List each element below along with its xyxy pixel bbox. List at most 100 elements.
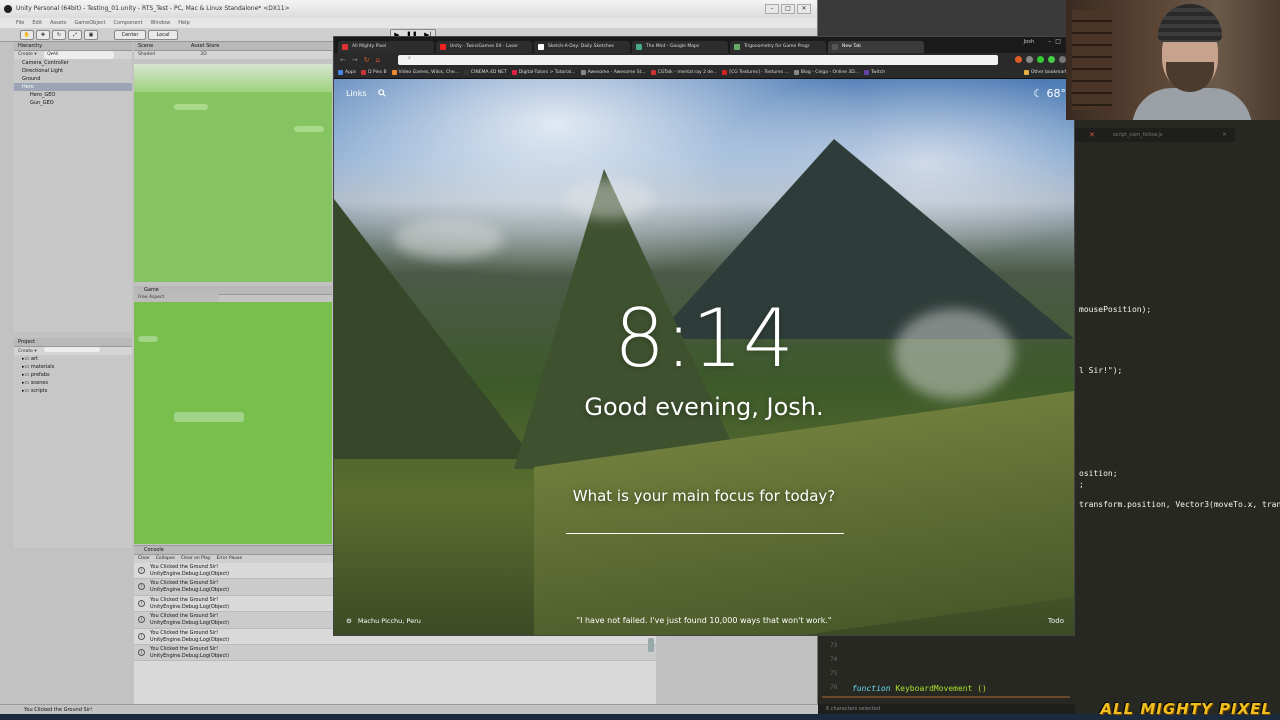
move-tool-icon[interactable]: ✥ bbox=[36, 30, 50, 40]
menu-icon[interactable] bbox=[1059, 56, 1066, 63]
bookmark[interactable]: CGTalk - mental ray 2 de... bbox=[650, 70, 717, 75]
folder-scripts[interactable]: ▸▭ scripts bbox=[14, 387, 132, 395]
close-button[interactable]: ✕ bbox=[797, 4, 811, 14]
bookmark[interactable]: Video Games, Wikis, Che... bbox=[391, 70, 459, 75]
tab-unity-twinsgames[interactable]: Unity - TwinsGames 04 - Laser bbox=[436, 41, 532, 53]
hierarchy-tab[interactable]: Hierarchy bbox=[14, 42, 132, 51]
rect-tool-icon[interactable]: ▣ bbox=[84, 30, 98, 40]
menu-edit[interactable]: Edit bbox=[32, 18, 42, 28]
close-tab-icon[interactable]: ✕ bbox=[1089, 128, 1095, 142]
bookmark[interactable]: Awesome - Awesome St... bbox=[580, 70, 646, 75]
log-entry[interactable]: ! You Clicked the Ground Sir! UnityEngine.… bbox=[134, 644, 656, 662]
scale-tool-icon[interactable]: ⤢ bbox=[68, 30, 82, 40]
bookmark[interactable]: D Pies B bbox=[361, 70, 387, 75]
favicon-icon bbox=[361, 70, 367, 75]
tab-label: All Mighty Pixel bbox=[352, 44, 387, 49]
console-collapse-button[interactable]: Collapse bbox=[156, 555, 175, 563]
bookmark[interactable]: Blog - Ceiga - Online 3D... bbox=[793, 70, 859, 75]
menu-window[interactable]: Window bbox=[151, 18, 171, 28]
editor-tab[interactable]: ✕ script_cam_follow.js ✕ bbox=[1075, 128, 1235, 142]
pivot-center-button[interactable]: Center bbox=[114, 30, 146, 40]
editor-status-bar: 6 characters selected bbox=[818, 704, 1075, 714]
reload-icon[interactable]: ↻ bbox=[364, 56, 370, 64]
menu-gameobject[interactable]: GameObject bbox=[74, 18, 105, 28]
bookmark[interactable]: [CG Textures] - Textures ... bbox=[722, 70, 789, 75]
menu-file[interactable]: File bbox=[16, 18, 24, 28]
tree-item-ground[interactable]: Ground bbox=[14, 75, 132, 83]
project-search-input[interactable] bbox=[44, 347, 101, 352]
back-icon[interactable]: ← bbox=[340, 56, 346, 64]
close-icon[interactable]: ✕ bbox=[1222, 128, 1227, 142]
bookmark[interactable]: CINEMA 4D NET bbox=[463, 70, 507, 75]
project-tab[interactable]: Project bbox=[14, 338, 132, 347]
tree-item-hero-geo[interactable]: Hero_GEO bbox=[14, 91, 132, 99]
folder-scenes[interactable]: ▸▭ scenes bbox=[14, 379, 132, 387]
folder-materials[interactable]: ▸▭ materials bbox=[14, 363, 132, 371]
code-line[interactable]: transform.position, Vector3(moveTo.x, tr… bbox=[1079, 500, 1280, 509]
links-button[interactable]: Links bbox=[346, 89, 367, 98]
maximize-button[interactable]: □ bbox=[781, 4, 795, 14]
tab-new-tab[interactable]: New Tab bbox=[828, 41, 924, 53]
menu-help[interactable]: Help bbox=[178, 18, 189, 28]
chrome-profile[interactable]: Josh bbox=[1024, 39, 1034, 45]
bookshelf bbox=[1072, 10, 1112, 110]
search-icon[interactable] bbox=[378, 89, 386, 97]
todo-button[interactable]: Todo bbox=[1048, 617, 1064, 625]
console-error-pause-button[interactable]: Error Pause bbox=[217, 555, 243, 563]
scene-2d-toggle[interactable]: 2D bbox=[200, 52, 206, 57]
extension-icon[interactable] bbox=[1037, 56, 1044, 63]
scene-shading-dropdown[interactable]: Shaded bbox=[138, 52, 155, 57]
pivot-local-button[interactable]: Local bbox=[148, 30, 178, 40]
favicon-icon bbox=[538, 44, 544, 50]
game-viewport[interactable] bbox=[134, 302, 332, 544]
game-aspect-dropdown[interactable]: Free Aspect bbox=[134, 294, 218, 302]
project-toolbar: Create ▾ bbox=[14, 347, 132, 355]
home-icon[interactable]: ⌂ bbox=[376, 56, 380, 64]
tab-sketch-a-day[interactable]: Sketch-A-Day: Daily Sketches bbox=[534, 41, 630, 53]
tab-google-maps[interactable]: The Mint - Google Maps bbox=[632, 41, 728, 53]
tree-item-hero[interactable]: Hero bbox=[14, 83, 132, 91]
weather-widget[interactable]: ☾ 68° bbox=[1033, 87, 1066, 100]
bookmark-label: Digital-Tutors > Tutorial... bbox=[518, 70, 576, 75]
hierarchy-search-input[interactable]: Q▾All bbox=[44, 51, 115, 59]
console-scrollbar[interactable] bbox=[648, 638, 654, 652]
forward-icon[interactable]: → bbox=[352, 56, 358, 64]
extension-icon[interactable] bbox=[1026, 56, 1033, 63]
hierarchy-create-button[interactable]: Create ▾ bbox=[18, 52, 37, 57]
console-clear-button[interactable]: Clear bbox=[138, 555, 150, 563]
tab-trigonometry[interactable]: Trigonometry for Game Progr bbox=[730, 41, 826, 53]
address-bar[interactable]: ⌕ bbox=[398, 55, 998, 65]
minimize-button[interactable]: – bbox=[765, 4, 779, 14]
console-clear-on-play-button[interactable]: Clear on Play bbox=[181, 555, 211, 563]
extension-icon[interactable] bbox=[1048, 56, 1055, 63]
tree-item-gun-geo[interactable]: Gun_GEO bbox=[14, 99, 132, 107]
bookmark-apps[interactable]: Apps bbox=[338, 70, 356, 75]
code-line-function[interactable]: function KeyboardMovement () bbox=[852, 684, 987, 693]
folder-prefabs[interactable]: ▸▭ prefabs bbox=[14, 371, 132, 379]
hand-tool-icon[interactable]: ✋ bbox=[20, 30, 34, 40]
code-line[interactable]: ; bbox=[1079, 480, 1084, 489]
tab-label: New Tab bbox=[842, 44, 861, 49]
folder-art[interactable]: ▸▭ art bbox=[14, 355, 132, 363]
minimize-icon[interactable]: – bbox=[1048, 38, 1051, 45]
maximize-icon[interactable]: □ bbox=[1055, 38, 1061, 45]
code-line[interactable]: l Sir!"); bbox=[1079, 366, 1122, 375]
line-number: 73 bbox=[830, 642, 838, 649]
menu-assets[interactable]: Assets bbox=[50, 18, 66, 28]
tab-scene[interactable]: Scene bbox=[138, 43, 153, 49]
tree-item-directional-light[interactable]: Directional Light bbox=[14, 67, 132, 75]
scene-viewport[interactable] bbox=[134, 64, 332, 282]
tab-all-mighty-pixel[interactable]: All Mighty Pixel bbox=[338, 41, 434, 53]
bookmark[interactable]: Digital-Tutors > Tutorial... bbox=[511, 70, 576, 75]
bookmark-twitch[interactable]: Twitch bbox=[864, 70, 885, 75]
function-name: KeyboardMovement () bbox=[895, 684, 987, 693]
focus-input[interactable] bbox=[566, 533, 844, 534]
menu-component[interactable]: Component bbox=[114, 18, 143, 28]
code-line[interactable]: mousePosition); bbox=[1079, 305, 1151, 314]
project-create-button[interactable]: Create ▾ bbox=[18, 349, 37, 354]
tab-asset-store[interactable]: Asset Store bbox=[191, 43, 219, 49]
rotate-tool-icon[interactable]: ↻ bbox=[52, 30, 66, 40]
tree-item-camera-controller[interactable]: Camera_Controller bbox=[14, 59, 132, 67]
extension-icon[interactable] bbox=[1015, 56, 1022, 63]
code-line[interactable]: osition; bbox=[1079, 469, 1118, 478]
